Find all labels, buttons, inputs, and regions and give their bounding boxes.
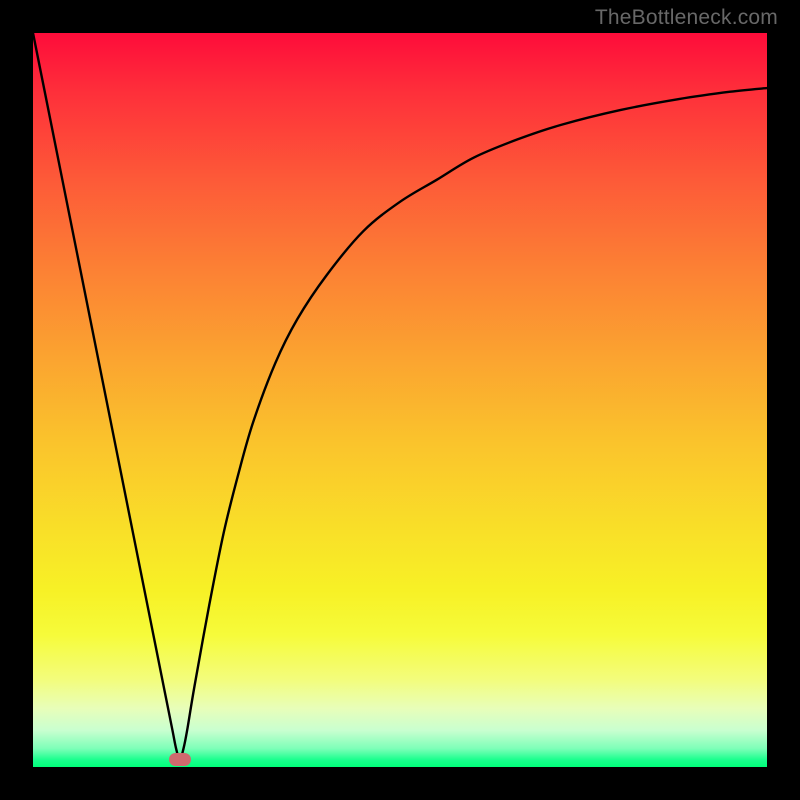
- plot-area: [33, 33, 767, 767]
- curve-path: [33, 33, 767, 760]
- curve-svg: [33, 33, 767, 767]
- optimum-marker: [169, 753, 191, 766]
- frame: TheBottleneck.com: [0, 0, 800, 800]
- watermark-text: TheBottleneck.com: [595, 6, 778, 30]
